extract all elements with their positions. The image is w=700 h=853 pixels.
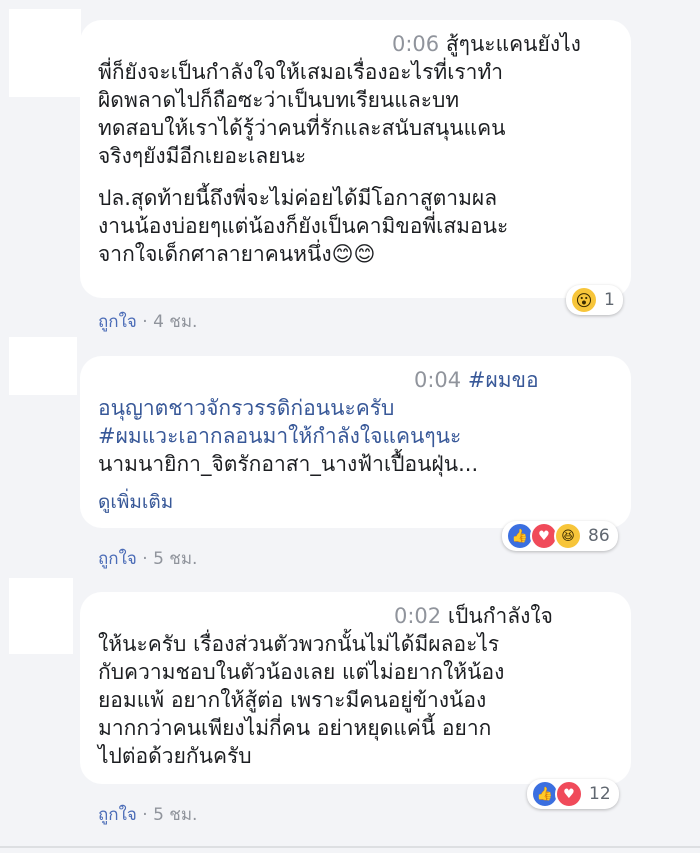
hashtag-link[interactable]: #ผมขอ [468, 368, 539, 392]
video-timestamp[interactable]: 0:02 [394, 604, 441, 628]
commenter-avatar[interactable] [9, 337, 77, 395]
comment-age[interactable]: · 4 ชม. [142, 312, 197, 332]
hashtag-link[interactable]: #ผมแวะเอากลอนมาให้กำลังใจแคนๆนะ [98, 422, 617, 450]
comment-text-line: จริงๆยังมีอีกเยอะเลยนะ [98, 144, 307, 168]
reaction-summary[interactable]: 😮 1 [566, 285, 623, 315]
reaction-summary[interactable]: 👍 ♥ 12 [527, 779, 619, 809]
video-timestamp[interactable]: 0:04 [414, 368, 461, 392]
comment-text-line: เป็นกำลังใจ [447, 604, 553, 628]
reaction-count: 12 [589, 784, 611, 804]
like-link[interactable]: ถูกใจ [98, 312, 137, 332]
like-link[interactable]: ถูกใจ [98, 549, 137, 569]
video-timestamp[interactable]: 0:06 [392, 32, 439, 56]
comment-text-line: ยอมแพ้ อยากให้สู้ต่อ เพราะมีคนอยู่ข้างน้… [98, 688, 487, 712]
comment-text-line: กับความชอบในตัวน้องเลย แต่ไม่อยากให้น้อง [98, 660, 505, 684]
comment-text-line: นามนายิกา_จิตรักอาสา_นางฟ้าเปื้อนฝุ่น... [98, 452, 479, 476]
love-icon: ♥ [555, 780, 583, 808]
comment-actions: ถูกใจ · 5 ชม. [98, 801, 197, 828]
reaction-count: 1 [604, 290, 615, 310]
comment-age[interactable]: · 5 ชม. [142, 549, 197, 569]
comment-text-line: จากใจเด็กศาลายาคนหนึ่ง [98, 242, 332, 266]
comment-text-line: ให้นะครับ เรื่องส่วนตัวพวกนั้นไม่ได้มีผล… [98, 632, 500, 656]
hashtag-link[interactable]: อนุญาตชาวจักรวรรดิก่อนนะครับ [98, 394, 617, 422]
comment-text-line: ทดสอบให้เราได้รู้ว่าคนที่รักและสนับสนุนแ… [98, 116, 506, 140]
comment-actions: ถูกใจ · 4 ชม. [98, 308, 197, 335]
comment-text-line: งานน้องบ่อยๆแต่น้องก็ยังเป็นคามิขอพี่เสม… [98, 214, 509, 238]
smiling-emoji-icon: 😊😊 [331, 242, 376, 266]
commenter-avatar[interactable] [9, 578, 73, 654]
comment-text-line: มากกว่าคนเพียงไม่กี่คน อย่าหยุดแค่นี้ อย… [98, 716, 492, 740]
comment-text-line: ไปต่อด้วยกันครับ [98, 744, 252, 768]
comment-text-line: พี่ก็ยังจะเป็นกำลังใจให้เสมอเรื่องอะไรที… [98, 60, 504, 84]
reaction-summary[interactable]: 👍 ♥ 😆 86 [502, 521, 618, 551]
comment-actions: ถูกใจ · 5 ชม. [98, 545, 197, 572]
see-more-link[interactable]: ดูเพิ่มเติม [98, 488, 617, 516]
commenter-avatar[interactable] [9, 9, 81, 97]
like-link[interactable]: ถูกใจ [98, 805, 137, 825]
haha-icon: 😆 [554, 522, 582, 550]
comment-bubble: 0:04 #ผมขอ อนุญาตชาวจักรวรรดิก่อนนะครับ … [80, 356, 631, 528]
wow-icon: 😮 [570, 286, 598, 314]
reaction-count: 86 [588, 526, 610, 546]
comment-text-line: ปล.สุดท้ายนี้ถึงพี่จะไม่ค่อยได้มีโอกาสูต… [98, 186, 498, 210]
bottom-divider [0, 846, 700, 848]
comment-bubble: 0:06 สู้ๆนะแคนยังไง พี่ก็ยังจะเป็นกำลังใ… [80, 20, 631, 298]
comment-bubble: 0:02 เป็นกำลังใจ ให้นะครับ เรื่องส่วนตัว… [80, 592, 631, 784]
comment-text-line: ผิดพลาดไปก็ถือซะว่าเป็นบทเรียนและบท [98, 88, 460, 112]
comment-text-line: สู้ๆนะแคนยังไง [445, 32, 581, 56]
comment-age[interactable]: · 5 ชม. [142, 805, 197, 825]
